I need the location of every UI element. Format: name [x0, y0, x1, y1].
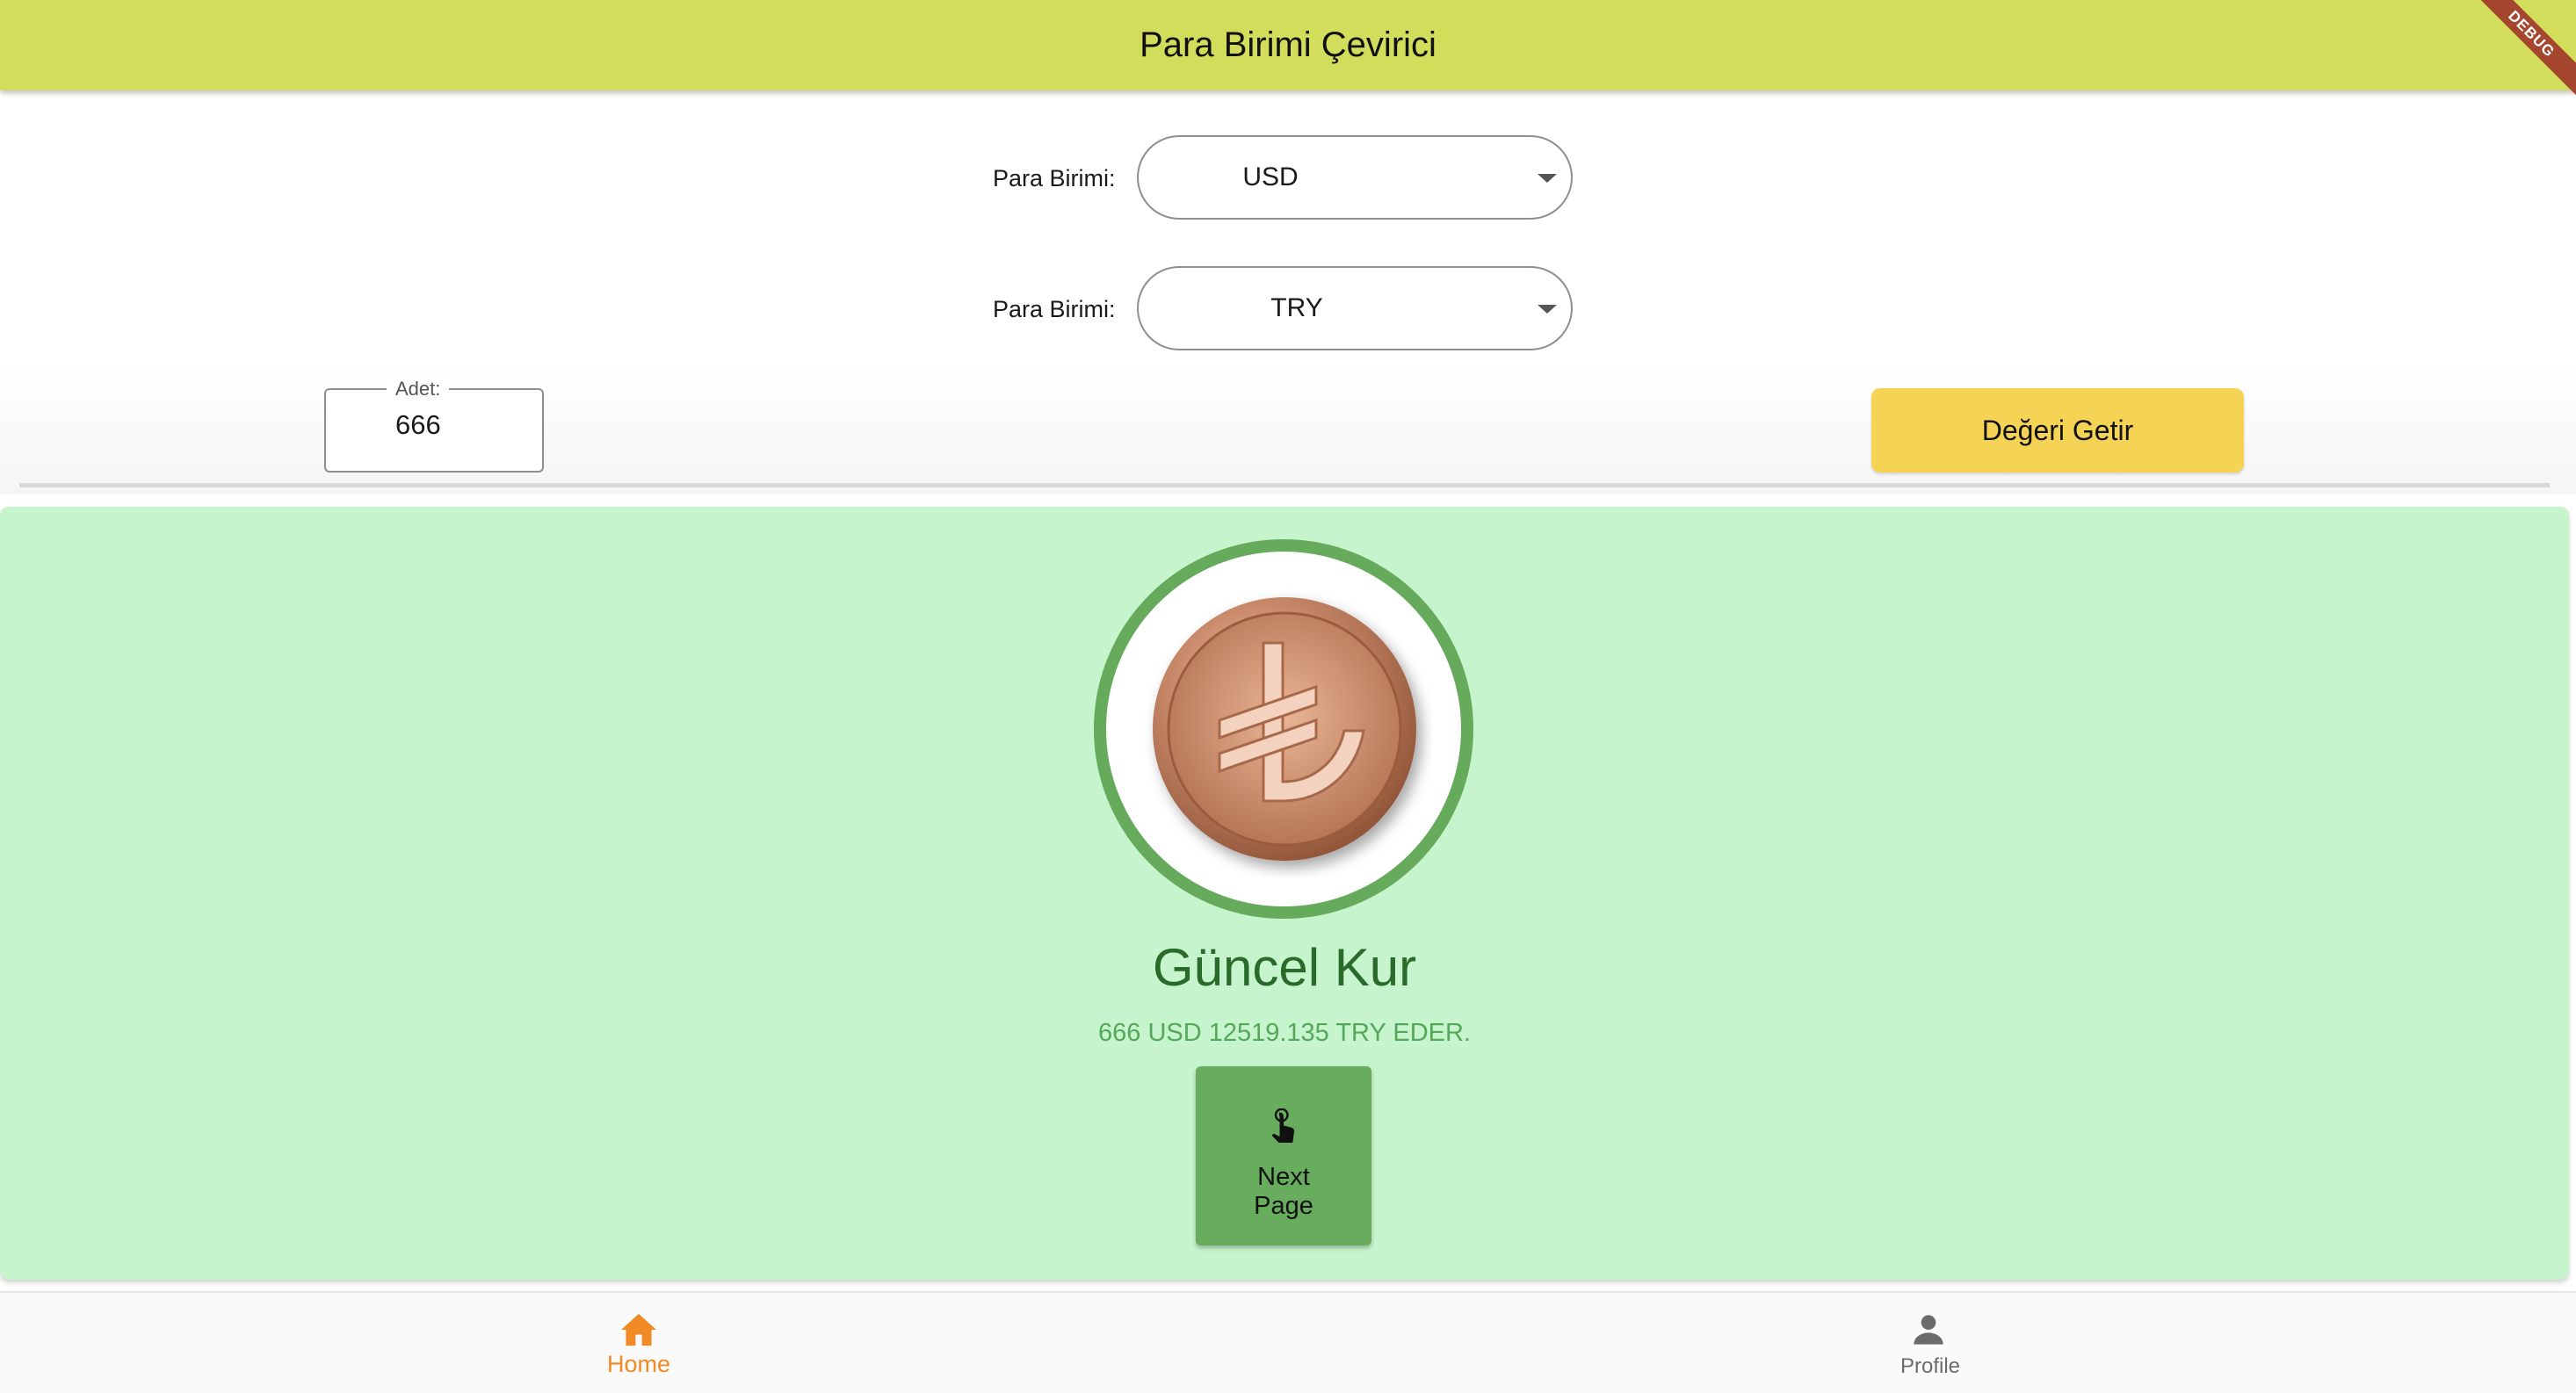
nav-label-home: Home: [606, 1351, 671, 1377]
next-page-label: Next Page: [1254, 1163, 1313, 1220]
fetch-value-button-label: Değeri Getir: [1981, 414, 2134, 446]
home-icon: [621, 1313, 656, 1346]
amount-label: Adet:: [387, 378, 450, 401]
bottom-nav: Home Profile: [0, 1291, 2576, 1393]
amount-value[interactable]: 666: [395, 409, 441, 441]
to-currency-dropdown[interactable]: TRY: [1137, 266, 1573, 350]
app-bar: Para Birimi Çevirici: [0, 0, 2576, 90]
turkish-lira-coin-icon: [1153, 597, 1416, 861]
from-currency-label: Para Birimi:: [993, 165, 1116, 191]
app-title: Para Birimi Çevirici: [1140, 25, 1436, 64]
divider: [19, 483, 2550, 487]
result-text: 666 USD 12519.135 TRY EDER.: [1098, 1019, 1471, 1047]
nav-item-home[interactable]: Home: [507, 1293, 771, 1393]
from-currency-value: USD: [1242, 162, 1299, 191]
to-currency-label: Para Birimi:: [993, 296, 1116, 322]
chevron-down-icon: [1538, 305, 1557, 314]
nav-item-profile[interactable]: Profile: [1798, 1293, 2062, 1393]
fetch-value-button[interactable]: Değeri Getir: [1871, 388, 2244, 473]
person-icon: [1914, 1315, 1943, 1345]
from-currency-dropdown[interactable]: USD: [1137, 135, 1573, 220]
next-page-button[interactable]: Next Page: [1196, 1066, 1371, 1245]
to-currency-value: TRY: [1270, 293, 1323, 322]
touch-app-icon: [1271, 1108, 1295, 1143]
chevron-down-icon: [1538, 174, 1557, 183]
nav-label-profile: Profile: [1899, 1354, 1961, 1378]
result-title: Güncel Kur: [1152, 938, 1417, 997]
